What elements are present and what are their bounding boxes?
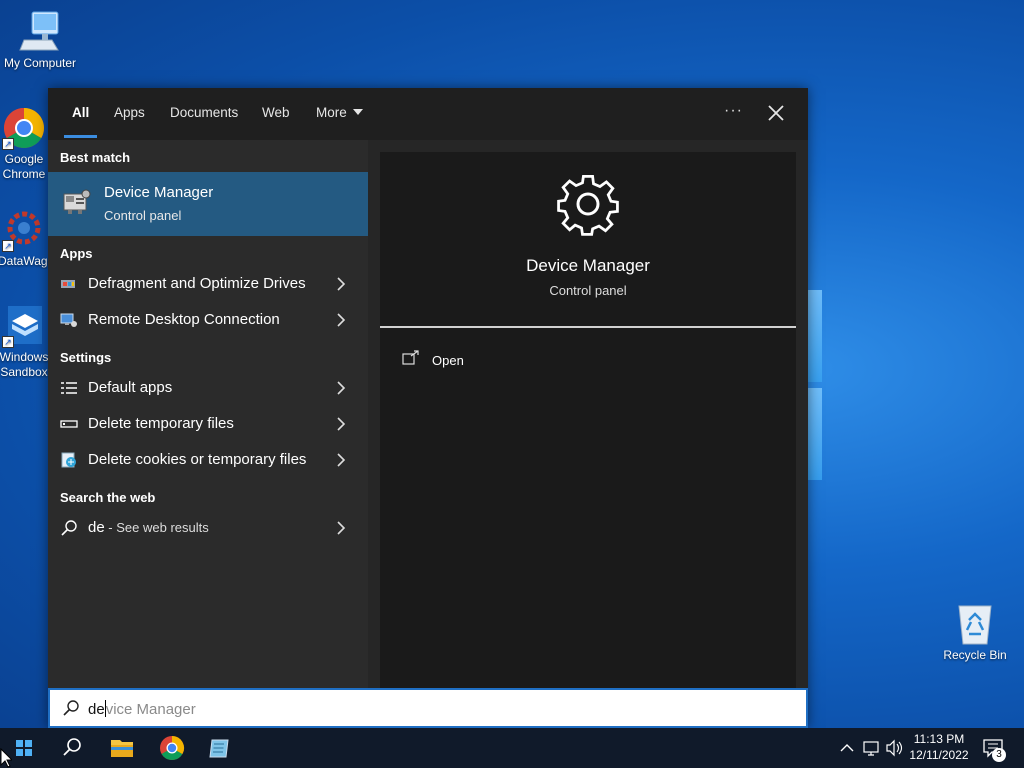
- web-suffix: - See web results: [104, 520, 209, 535]
- chevron-right-icon[interactable]: [336, 313, 346, 327]
- chrome-icon: ↗: [2, 106, 46, 150]
- desktop-icon-label: Windows Sandbox: [0, 350, 49, 379]
- network-icon[interactable]: [862, 728, 882, 768]
- chevron-up-icon[interactable]: [838, 728, 856, 768]
- ellipsis-icon[interactable]: ···: [724, 102, 743, 120]
- taskbar: 11:13 PM 12/11/2022: [0, 728, 1024, 768]
- open-icon: [402, 350, 420, 371]
- chevron-right-icon[interactable]: [336, 381, 346, 395]
- desktop-icon-chrome[interactable]: ↗ Google Chrome: [0, 106, 50, 182]
- chevron-right-icon[interactable]: [336, 521, 346, 535]
- clock-date: 12/11/2022: [909, 748, 969, 762]
- remote-desktop-icon: [60, 311, 78, 329]
- result-web-search[interactable]: de - See web results: [48, 510, 368, 546]
- search-panel: All Apps Documents Web More ··· Best mat…: [48, 88, 808, 728]
- gear-icon: [554, 170, 622, 243]
- notepad-icon[interactable]: [196, 728, 244, 768]
- results-list: Best match Device Manager Control panel …: [48, 140, 368, 688]
- open-label: Open: [432, 353, 464, 368]
- result-label: Delete cookies or temporary files: [88, 451, 307, 468]
- desktop-icon-label: My Computer: [3, 56, 77, 70]
- detail-title: Device Manager: [526, 256, 650, 275]
- gear-app-icon: ↗: [2, 208, 46, 252]
- chevron-right-icon[interactable]: [336, 277, 346, 291]
- section-settings: Settings: [60, 350, 112, 365]
- search-text: device Manager: [88, 700, 196, 718]
- chevron-right-icon[interactable]: [336, 417, 346, 431]
- tab-more[interactable]: More: [316, 88, 363, 140]
- computer-icon: [18, 10, 62, 54]
- clock-time: 11:13 PM: [913, 732, 965, 746]
- search-tabs-bar: All Apps Documents Web More ···: [48, 88, 808, 140]
- desktop-icon-my-computer[interactable]: My Computer: [0, 10, 80, 71]
- best-match-device-manager[interactable]: Device Manager Control panel: [48, 172, 368, 236]
- search-icon: [62, 699, 80, 722]
- web-query: de: [88, 519, 105, 536]
- result-delete-temporary-files[interactable]: Delete temporary files: [48, 406, 368, 442]
- defrag-icon: [60, 275, 78, 293]
- close-icon[interactable]: [764, 100, 788, 126]
- desktop-icon-recycle-bin[interactable]: Recycle Bin: [935, 602, 1015, 663]
- notification-count-badge: 3: [992, 748, 1006, 762]
- detail-pane: Device Manager Control panel Open: [380, 152, 796, 688]
- tab-all[interactable]: All: [63, 88, 98, 140]
- result-label: Delete temporary files: [88, 415, 234, 432]
- search-icon[interactable]: [48, 728, 96, 768]
- result-remote-desktop[interactable]: Remote Desktop Connection: [48, 302, 368, 338]
- recycle-bin-icon: [953, 602, 997, 646]
- result-label: Default apps: [88, 379, 173, 396]
- tab-apps[interactable]: Apps: [114, 88, 145, 140]
- open-action[interactable]: Open: [400, 346, 600, 374]
- device-manager-icon: [60, 186, 92, 223]
- web-result-label: de - See web results: [88, 510, 209, 546]
- result-label: Remote Desktop Connection: [88, 311, 280, 328]
- tab-web[interactable]: Web: [262, 88, 290, 140]
- section-best-match: Best match: [60, 150, 131, 165]
- chevron-right-icon[interactable]: [336, 453, 346, 467]
- desktop-icon-windows-sandbox[interactable]: ↗ Windows Sandbox: [0, 304, 50, 380]
- volume-icon[interactable]: [884, 728, 904, 768]
- detail-divider: [380, 326, 796, 328]
- mouse-cursor-icon: [0, 747, 14, 768]
- desktop-icon-label: DataWagon: [0, 254, 50, 268]
- desktop-icon-label: Google Chrome: [2, 152, 46, 181]
- desktop-icon-datawagon[interactable]: ↗ DataWagon: [0, 208, 50, 269]
- section-apps: Apps: [60, 246, 93, 261]
- drive-icon: [60, 415, 78, 433]
- autocomplete-suggestion: vice Manager: [105, 701, 196, 718]
- search-input[interactable]: device Manager: [48, 688, 808, 728]
- result-delete-cookies[interactable]: Delete cookies or temporary files: [48, 442, 368, 478]
- result-label: Defragment and Optimize Drives: [88, 275, 306, 292]
- best-match-subtitle: Control panel: [104, 208, 182, 223]
- detail-subtitle: Control panel: [549, 283, 627, 298]
- desktop-icon-label: Recycle Bin: [943, 648, 1007, 662]
- search-icon: [60, 519, 78, 537]
- clock[interactable]: 11:13 PM 12/11/2022: [906, 731, 972, 763]
- tab-documents[interactable]: Documents: [170, 88, 238, 140]
- best-match-title: Device Manager: [104, 184, 214, 201]
- chrome-icon[interactable]: [148, 728, 196, 768]
- typed-text: de: [88, 701, 105, 718]
- internet-options-icon: [60, 451, 78, 469]
- chevron-down-icon: [352, 109, 363, 115]
- section-search-the-web: Search the web: [60, 490, 156, 505]
- list-icon: [60, 379, 78, 397]
- result-defragment[interactable]: Defragment and Optimize Drives: [48, 266, 368, 302]
- sandbox-icon: ↗: [2, 304, 46, 348]
- file-explorer-icon[interactable]: [98, 728, 146, 768]
- result-default-apps[interactable]: Default apps: [48, 370, 368, 406]
